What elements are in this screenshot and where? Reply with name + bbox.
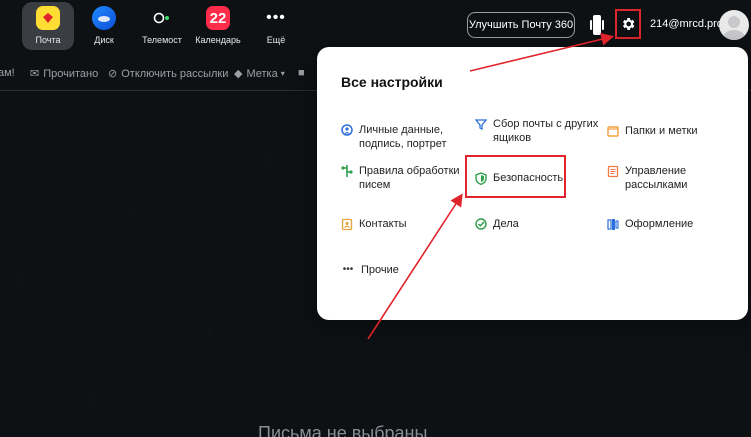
settings-item-label: Управление рассылками [625, 165, 688, 191]
settings-item-label: Папки и метки [625, 125, 698, 137]
app-mail[interactable]: Почта [22, 2, 74, 50]
settings-item-label: Прочие [361, 264, 399, 276]
app-telemost[interactable]: Телемост [136, 2, 188, 50]
settings-item-tasks[interactable]: Дела [475, 217, 519, 231]
tag-icon: ◆ [234, 68, 243, 80]
mail-icon [36, 6, 60, 30]
unsubscribe-label: Отключить рассылки [121, 67, 229, 80]
security-highlight-box [465, 155, 566, 198]
folder-icon [607, 124, 619, 138]
settings-button[interactable] [615, 9, 641, 39]
app-label: Диск [94, 35, 114, 45]
funnel-icon [475, 117, 487, 131]
settings-item-label: Личные данные, подпись, портрет [359, 124, 447, 150]
unsubscribe-button[interactable]: ⊘ Отключить рассылки [108, 67, 229, 81]
telemost-icon [150, 6, 174, 30]
settings-item-newsletters[interactable]: Управление рассылками [607, 164, 687, 192]
settings-item-contacts[interactable]: Контакты [341, 217, 407, 231]
app-label: Ещё [266, 35, 286, 45]
account-email[interactable]: 214@mrcd.pro [650, 18, 723, 30]
upgrade-button[interactable]: Улучшить Почту 360 [467, 12, 575, 38]
mark-read-button[interactable]: ✉ Прочитано [30, 67, 99, 81]
folder-icon: ■ [298, 67, 305, 79]
person-icon [341, 123, 353, 137]
empty-state-text: Письма не выбраны [258, 423, 428, 437]
envelope-open-icon: ✉ [30, 68, 40, 80]
phone-icon[interactable] [590, 14, 604, 36]
newsletter-icon [607, 164, 619, 178]
settings-title: Все настройки [341, 74, 443, 90]
disk-icon [92, 6, 116, 30]
calendar-icon: 22 [206, 6, 230, 30]
app-label: Телемост [142, 35, 182, 45]
unsubscribe-icon: ⊘ [108, 68, 118, 80]
contacts-icon [341, 217, 353, 231]
dots-icon: ••• [342, 264, 354, 275]
rules-icon [341, 164, 353, 178]
tag-label: Метка [246, 67, 278, 80]
settings-dropdown: Все настройки Личные данные, подпись, по… [317, 47, 748, 320]
settings-item-theme[interactable]: Оформление [607, 217, 693, 231]
settings-item-label: Контакты [359, 218, 407, 230]
app-disk[interactable]: Диск [78, 2, 130, 50]
gear-icon [623, 18, 635, 30]
settings-item-other[interactable]: ••• Прочие [341, 263, 399, 277]
app-more[interactable]: ••• Ещё [250, 2, 302, 50]
settings-item-personal[interactable]: Личные данные, подпись, портрет [341, 123, 447, 151]
app-label: Почта [35, 35, 61, 45]
chevron-down-icon: ▾ [280, 69, 285, 78]
folder-button[interactable]: ■ [298, 67, 309, 79]
check-icon [475, 217, 487, 231]
settings-item-label: Дела [493, 218, 519, 230]
mark-read-label: Прочитано [43, 67, 99, 80]
spam-label: ам! [0, 67, 15, 79]
app-label: Календарь [195, 35, 241, 45]
calendar-day-badge: 22 [209, 9, 227, 27]
tag-button[interactable]: ◆ Метка ▾ [234, 67, 289, 81]
theme-icon [607, 217, 619, 231]
app-calendar[interactable]: 22 Календарь [192, 2, 244, 50]
settings-item-label: Сбор почты с других ящиков [493, 118, 599, 144]
settings-item-folders[interactable]: Папки и метки [607, 124, 698, 138]
settings-item-rules[interactable]: Правила обработки писем [341, 164, 460, 192]
settings-item-label: Правила обработки писем [359, 165, 460, 191]
settings-item-label: Оформление [625, 218, 694, 230]
more-icon: ••• [266, 9, 286, 26]
avatar[interactable] [719, 10, 749, 40]
settings-item-collector[interactable]: Сбор почты с других ящиков [475, 117, 598, 145]
spam-button[interactable]: ам! [0, 67, 15, 79]
